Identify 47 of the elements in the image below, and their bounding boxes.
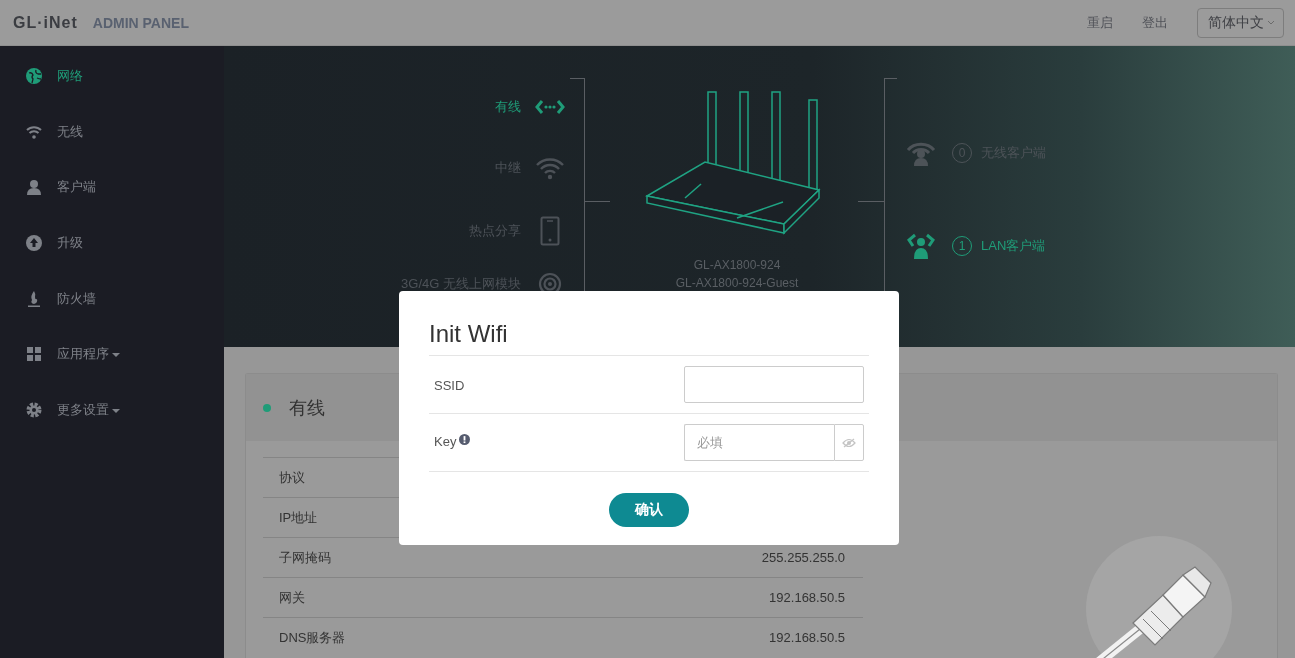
settings-icon	[26, 401, 42, 418]
row-label: 协议	[279, 468, 305, 487]
caret-icon	[1267, 19, 1275, 26]
client-label[interactable]: LAN客户端	[981, 237, 1046, 255]
wifi-icon	[536, 156, 564, 180]
key-field[interactable]: 必填	[684, 424, 834, 461]
dialog-title: Init Wifi	[429, 291, 869, 356]
row-value: 255.255.255.0	[761, 550, 845, 565]
language-select[interactable]: 简体中文	[1197, 7, 1284, 38]
confirm-button[interactable]: 确认	[609, 493, 689, 527]
row-label: IP地址	[279, 508, 318, 527]
show-password-button[interactable]	[834, 424, 864, 461]
sidebar-item[interactable]: 应用程序	[57, 345, 120, 364]
row-label: 网关	[279, 588, 305, 607]
ssid-field[interactable]	[684, 366, 864, 403]
sidebar-item[interactable]: 防火墙	[57, 289, 96, 308]
phone-icon	[540, 216, 560, 246]
logo: GL·iNet	[13, 13, 78, 32]
app-title: ADMIN PANEL	[92, 14, 189, 31]
header-link[interactable]: 重启	[1087, 13, 1113, 32]
grid-icon	[26, 346, 42, 363]
person-icon	[26, 179, 42, 196]
card-title: 有线	[289, 396, 325, 420]
row-label: 子网掩码	[279, 548, 331, 567]
globe-icon	[26, 67, 42, 84]
header-link[interactable]: 登出	[1142, 13, 1168, 32]
field-label: Key	[434, 434, 457, 449]
wifi-user-icon	[906, 140, 936, 166]
uplink-label: 有线	[495, 98, 521, 116]
sidebar-item[interactable]: 无线	[57, 122, 83, 141]
ssid-label: GL-AX1800-924	[692, 258, 782, 272]
row-label: DNS服务器	[279, 628, 346, 647]
row-value: 192.168.50.5	[769, 630, 845, 645]
wifi-icon	[26, 123, 42, 140]
lan-user-icon	[907, 233, 935, 259]
sidebar-item[interactable]: 网络	[57, 66, 83, 85]
field-label: SSID	[434, 377, 465, 393]
sidebar-item[interactable]: 升级	[57, 233, 83, 252]
sidebar-item[interactable]: 更多设置	[57, 400, 120, 419]
link-arrows-icon	[535, 99, 565, 115]
row-value: 192.168.50.5	[769, 590, 845, 605]
ssid-label: GL-AX1800-924-Guest	[674, 276, 800, 290]
flame-icon	[26, 290, 42, 307]
upload-icon	[26, 234, 42, 251]
sidebar-item[interactable]: 客户端	[57, 178, 96, 197]
eye-icon	[842, 437, 856, 448]
status-dot	[263, 403, 271, 412]
